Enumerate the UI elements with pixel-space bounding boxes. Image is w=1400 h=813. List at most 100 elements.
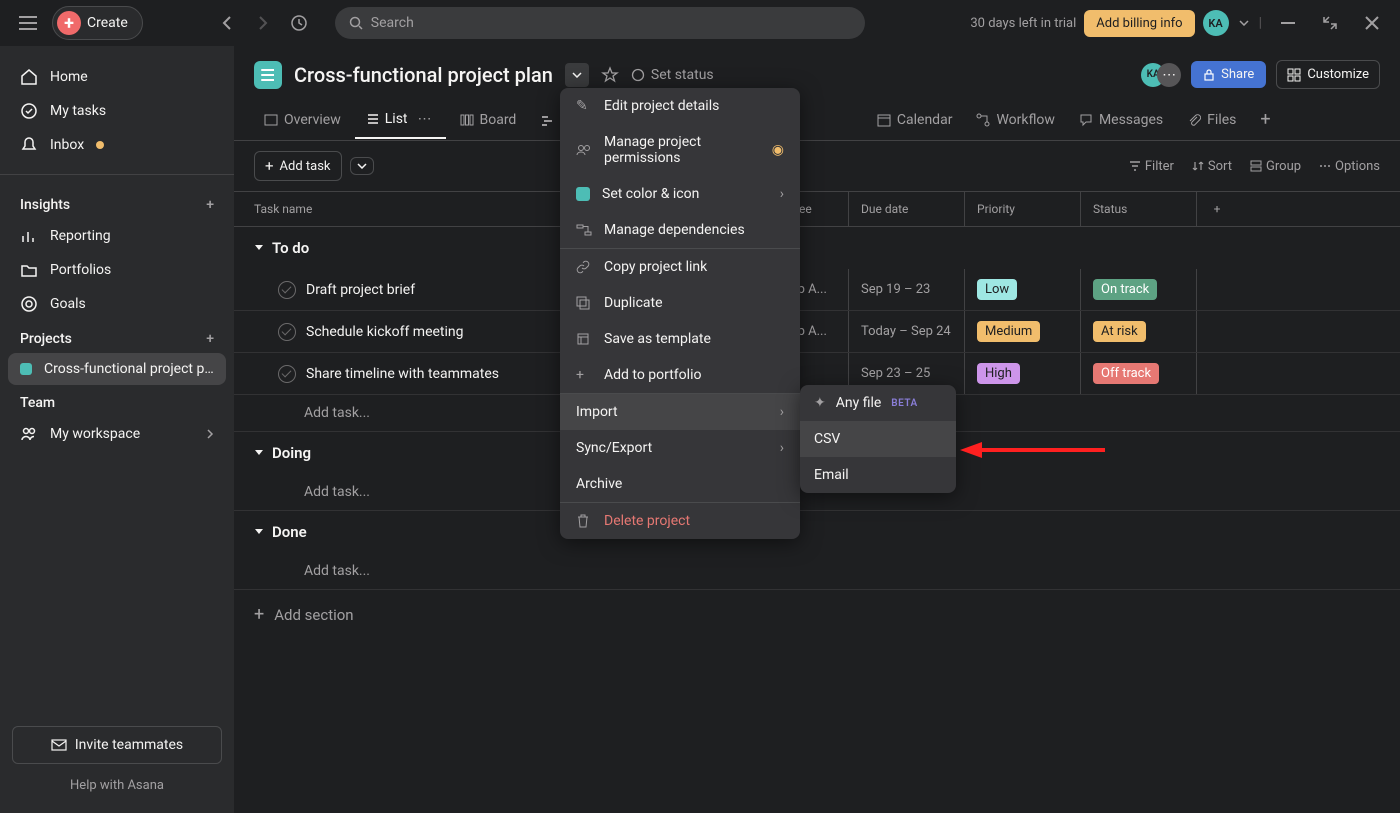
close-icon[interactable] [1356,7,1388,39]
menu-archive[interactable]: Archive [560,466,800,502]
plus-icon[interactable]: + [206,197,214,213]
menu-portfolio[interactable]: +Add to portfolio [560,357,800,393]
menu-color[interactable]: Set color & icon› [560,176,800,212]
col-status[interactable]: Status [1081,192,1197,226]
forward-icon[interactable] [247,7,279,39]
menu-copy-link[interactable]: Copy project link [560,249,800,285]
sidebar-item-reporting[interactable]: Reporting [0,219,234,253]
sidebar-item-goals[interactable]: Goals [0,287,234,321]
task-due-date[interactable]: Today – Sep 24 [849,311,965,352]
sidebar-section-team[interactable]: Team [0,385,234,417]
project-menu-button[interactable] [565,63,589,87]
menu-import[interactable]: Import› [560,394,800,430]
submenu-any-file[interactable]: ✦ Any file BETA [800,385,956,421]
submenu-csv[interactable]: CSV [800,421,956,457]
task-name: Schedule kickoff meeting [306,324,464,340]
link-icon [576,260,592,274]
hamburger-menu-icon[interactable] [12,7,44,39]
back-icon[interactable] [211,7,243,39]
menu-delete[interactable]: Delete project [560,503,800,539]
chevron-right-icon: › [780,440,784,456]
unread-indicator [96,141,104,149]
add-task-dropdown[interactable] [350,157,374,175]
options-button[interactable]: Options [1319,159,1380,174]
more-members-icon[interactable]: ⋯ [1157,63,1181,87]
filter-button[interactable]: Filter [1129,159,1174,174]
add-column-button[interactable]: + [1197,192,1237,226]
check-circle-icon[interactable] [278,281,296,299]
menu-duplicate[interactable]: Duplicate [560,285,800,321]
section-done[interactable]: Done [234,511,1400,553]
add-task-row[interactable]: Add task... [234,553,1400,590]
section-todo[interactable]: To do [234,227,1400,269]
search-input[interactable]: Search [335,7,865,39]
avatar[interactable]: KA [1203,10,1229,36]
task-row[interactable]: Draft project brief arandeep A... Sep 19… [234,269,1400,311]
sidebar-item-project[interactable]: Cross-functional project p... [8,353,226,385]
task-priority[interactable]: Medium [965,311,1081,352]
sidebar-section-insights[interactable]: Insights + [0,187,234,219]
tab-messages[interactable]: Messages [1069,102,1173,138]
set-status-button[interactable]: Set status [631,67,714,83]
task-status[interactable]: On track [1081,269,1197,310]
grid-icon [1287,68,1301,82]
tab-board[interactable]: Board [450,102,527,138]
sidebar-item-inbox[interactable]: Inbox [0,128,234,162]
history-icon[interactable] [283,7,315,39]
customize-button[interactable]: Customize [1276,60,1380,89]
chevron-right-icon: › [780,186,784,202]
sidebar: Home My tasks Inbox Insights + Reporting… [0,46,234,813]
menu-sync-export[interactable]: Sync/Export› [560,430,800,466]
add-task-button[interactable]: +Add task [254,151,342,181]
star-icon[interactable] [601,66,619,84]
col-priority[interactable]: Priority [965,192,1081,226]
task-row[interactable]: Schedule kickoff meeting arandeep A... T… [234,311,1400,353]
sidebar-item-home[interactable]: Home [0,60,234,94]
tabs: Overview List⋯ Board Time... Calendar Wo… [234,99,1400,141]
create-label: Create [87,15,128,31]
menu-edit-details[interactable]: ✎Edit project details [560,88,800,124]
collapse-icon[interactable] [1314,7,1346,39]
group-button[interactable]: Group [1250,159,1301,174]
sidebar-section-projects[interactable]: Projects + [0,321,234,353]
menu-dependencies[interactable]: Manage dependencies [560,212,800,248]
sort-button[interactable]: Sort [1192,159,1232,174]
sidebar-item-mytasks[interactable]: My tasks [0,94,234,128]
share-button[interactable]: Share [1191,61,1266,88]
task-status[interactable]: Off track [1081,353,1197,394]
check-circle-icon[interactable] [278,365,296,383]
sidebar-label: Home [50,69,88,85]
col-due-date[interactable]: Due date [849,192,965,226]
trash-icon [576,514,592,528]
sparkle-icon: ✦ [814,395,826,411]
invite-button[interactable]: Invite teammates [12,726,222,764]
tab-files[interactable]: Files [1177,102,1246,138]
create-button[interactable]: + Create [52,6,143,40]
submenu-email[interactable]: Email [800,457,956,493]
tab-more-icon[interactable]: ⋯ [414,111,436,127]
board-icon [460,113,474,127]
sidebar-item-workspace[interactable]: My workspace [0,417,234,451]
tab-overview[interactable]: Overview [254,102,351,138]
help-link[interactable]: Help with Asana [12,764,222,801]
check-circle-icon [20,102,38,120]
billing-button[interactable]: Add billing info [1084,10,1194,37]
add-tab-button[interactable]: + [1250,99,1280,140]
menu-template[interactable]: Save as template [560,321,800,357]
tab-workflow[interactable]: Workflow [966,102,1065,138]
lock-icon [1203,69,1215,81]
tab-calendar[interactable]: Calendar [867,102,963,138]
task-due-date[interactable]: Sep 19 – 23 [849,269,965,310]
minimize-icon[interactable] [1272,7,1304,39]
add-section-button[interactable]: + Add section [234,590,1400,639]
task-priority[interactable]: High [965,353,1081,394]
task-priority[interactable]: Low [965,269,1081,310]
tab-list[interactable]: List⋯ [355,101,446,139]
plus-icon[interactable]: + [206,331,214,347]
check-circle-icon[interactable] [278,323,296,341]
people-icon [576,144,592,156]
chevron-down-icon[interactable] [1239,20,1249,26]
sidebar-item-portfolios[interactable]: Portfolios [0,253,234,287]
menu-permissions[interactable]: Manage project permissions◉ [560,124,800,176]
task-status[interactable]: At risk [1081,311,1197,352]
